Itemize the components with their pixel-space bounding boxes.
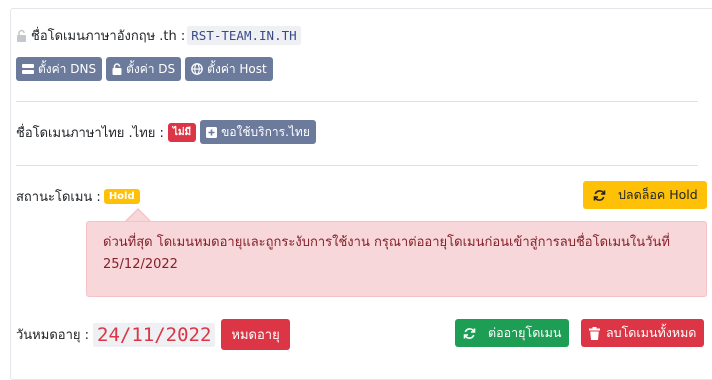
expiry-label: วันหมดอายุ : [16,328,90,343]
globe-icon [191,63,204,75]
status-label: สถานะโดเมน : [16,190,101,205]
request-thai-domain-label: ขอใช้บริการ.ไทย [221,124,310,139]
renew-domain-label: ต่ออายุโดเมน [488,325,562,340]
divider [16,165,698,166]
hold-badge: Hold [103,189,140,204]
delete-domain-button[interactable]: ลบโดเมนทั้งหมด [581,319,705,347]
thai-domain-row: ชื่อโดเมนภาษาไทย .ไทย : ไม่มี ขอใช้บริกา… [16,120,712,144]
dns-settings-button[interactable]: ตั้งค่า DNS [16,57,103,81]
request-thai-domain-button[interactable]: ขอใช้บริการ.ไทย [200,120,316,144]
domain-settings-buttons: ตั้งค่า DNS ตั้งค่า DS ตั้งค่า Host [16,57,712,81]
expiry-alert: ด่วนที่สุด โดเมนหมดอายุและถูกระงับการใช้… [86,221,707,297]
none-badge: ไม่มี [167,122,197,142]
ds-settings-button[interactable]: ตั้งค่า DS [106,57,182,81]
ds-settings-label: ตั้งค่า DS [126,61,176,76]
plus-square-icon [206,126,218,138]
divider [16,101,698,102]
sync-icon [463,327,476,340]
alert-text: ด่วนที่สุด โดเมนหมดอายุและถูกระงับการใช้… [103,235,670,272]
english-domain-label: ชื่อโดเมนภาษาอังกฤษ .th : [31,29,186,44]
sync-icon [593,189,606,202]
expired-badge: หมดอายุ [221,319,290,350]
renew-domain-button[interactable]: ต่ออายุโดเมน [455,319,570,347]
unlock-hold-button[interactable]: ปลดล็อค Hold [583,181,707,209]
lock-icon [112,63,122,75]
host-settings-button[interactable]: ตั้งค่า Host [185,57,273,81]
dns-settings-label: ตั้งค่า DNS [38,61,97,76]
thai-domain-label: ชื่อโดเมนภาษาไทย .ไทย : [16,125,164,141]
domain-name: RST-TEAM.IN.TH [187,26,301,45]
lock-icon [16,29,27,42]
delete-domain-label: ลบโดเมนทั้งหมด [606,325,697,340]
host-settings-label: ตั้งค่า Host [207,61,267,76]
server-icon [22,64,34,74]
trash-icon [589,326,600,340]
english-domain-row: ชื่อโดเมนภาษาอังกฤษ .th : RST-TEAM.IN.TH [16,25,712,46]
expiry-date: 24/11/2022 [93,322,216,347]
unlock-hold-label: ปลดล็อค Hold [618,187,698,202]
